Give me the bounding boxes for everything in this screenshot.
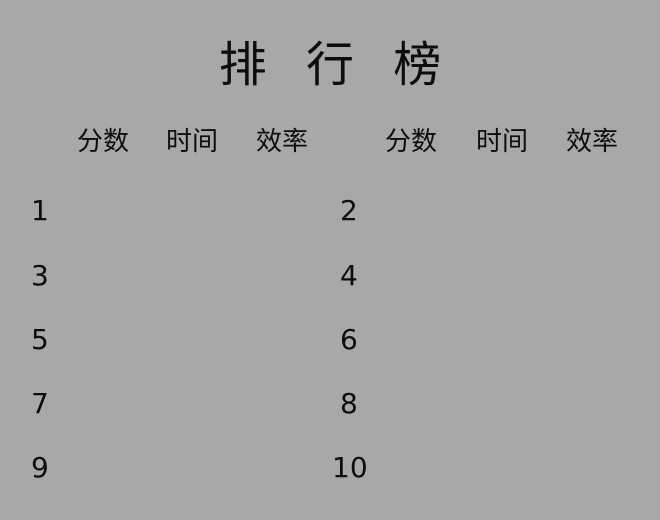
left-column-header: 分数 时间 效率: [0, 122, 330, 162]
rank-number: 9: [31, 451, 49, 484]
rank-number: 6: [340, 323, 358, 356]
header-time-left: 时间: [166, 127, 219, 157]
header-score-left: 分数: [77, 127, 130, 157]
rank-number: 10: [332, 451, 368, 484]
rank-number: 8: [340, 387, 358, 420]
rank-number: 2: [340, 194, 358, 227]
header-time-right: 时间: [476, 127, 529, 157]
leaderboard-title: 排 行 榜: [218, 37, 454, 93]
rank-number: 1: [31, 194, 49, 227]
header-efficiency-right: 效率: [566, 127, 619, 157]
rank-number: 4: [340, 259, 358, 292]
rank-number: 7: [31, 387, 49, 420]
right-column-header: 分数 时间 效率: [330, 122, 660, 162]
rank-number: 5: [31, 323, 49, 356]
rank-number: 3: [31, 259, 49, 292]
header-score-right: 分数: [385, 127, 438, 157]
header-efficiency-left: 效率: [256, 127, 309, 157]
leaderboard-panel: 排 行 榜 分数 时间 效率 分数 时间 效率 1 3 5 7 9 2 4 6 …: [0, 0, 660, 520]
